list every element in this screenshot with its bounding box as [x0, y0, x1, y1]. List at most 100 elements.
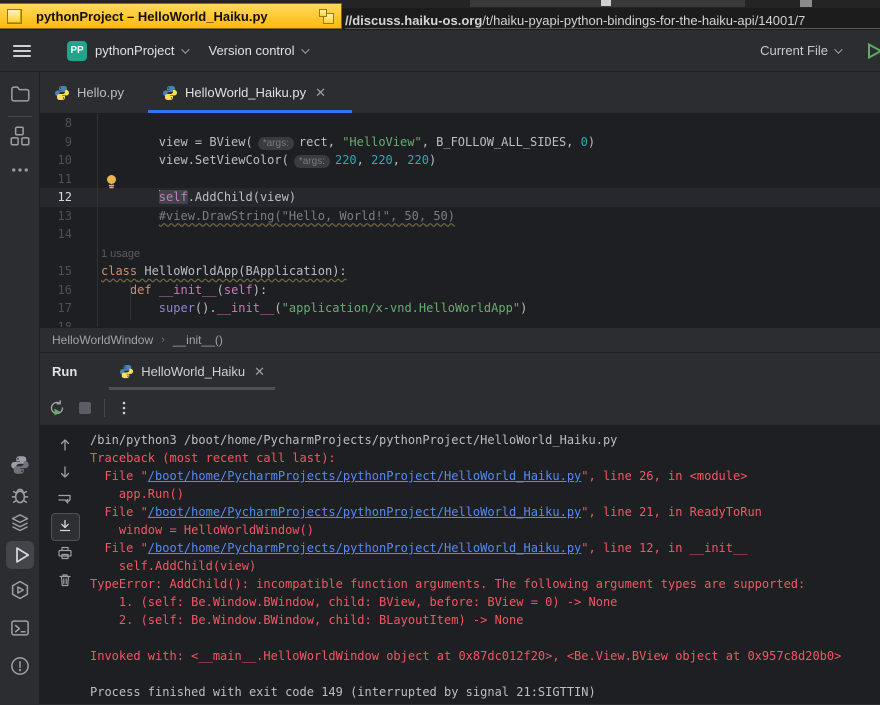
console-line: File "/boot/home/PycharmProjects/pythonP…	[90, 503, 880, 521]
editor-tab-helloworld-haiku[interactable]: HelloWorld_Haiku.py ✕	[147, 72, 353, 113]
problems-tool-icon[interactable]	[10, 656, 30, 676]
window-zoom-button[interactable]	[319, 9, 335, 25]
console-line: Traceback (most recent call last):	[90, 449, 880, 467]
gutter-separator	[97, 114, 98, 327]
inlay-hint-row: 1 usage	[40, 244, 880, 263]
intention-lightbulb-icon[interactable]	[104, 174, 119, 190]
haiku-window-title-tab[interactable]: pythonProject – HelloWorld_Haiku.py	[0, 3, 342, 29]
run-toolbar	[40, 390, 880, 425]
console-text: 2. (self: Be.Window.BWindow, child: BLay…	[90, 613, 524, 627]
code-editor[interactable]: 8 9 view = BView(*args: rect, "HelloView",…	[40, 114, 880, 327]
editor-tab-label: HelloWorld_Haiku.py	[184, 85, 307, 100]
vcs-widget[interactable]: Version control	[201, 43, 315, 58]
rerun-icon[interactable]	[48, 399, 66, 417]
code-line: 15 class HelloWorldApp(BApplication):	[40, 262, 880, 281]
code-line: 16 def __init__(self):	[40, 281, 880, 300]
line-number: 16	[57, 282, 72, 297]
print-icon[interactable]	[57, 545, 73, 561]
project-icon[interactable]: PP	[67, 40, 87, 61]
more-options-icon[interactable]	[115, 399, 133, 417]
services-tool-icon[interactable]	[10, 513, 30, 533]
debug-tool-icon[interactable]	[10, 485, 30, 505]
indent-guide	[130, 284, 131, 320]
line-number: 8	[64, 116, 72, 130]
code-line: 10 view.SetViewColor(*args: 220, 220, 220…	[40, 151, 880, 170]
breadcrumb-method[interactable]: __init__()	[173, 333, 223, 347]
console-gutter	[40, 425, 90, 704]
usages-inlay-hint[interactable]: 1 usage	[101, 248, 140, 260]
console-text: File "	[90, 505, 148, 519]
line-number: 18	[57, 319, 72, 328]
console-text: Invoked with: <__main__.HelloWorldWindow…	[90, 649, 842, 663]
window-close-button[interactable]	[7, 8, 22, 24]
line-number: 13	[57, 208, 72, 223]
structure-tool-icon[interactable]	[10, 126, 30, 146]
run-panel-title[interactable]: Run	[52, 364, 77, 379]
console-line: File "/boot/home/PycharmProjects/pythonP…	[90, 467, 880, 485]
close-tab-icon[interactable]: ✕	[254, 364, 265, 380]
run-tool-icon[interactable]	[12, 545, 32, 565]
console-line: Invoked with: <__main__.HelloWorldWindow…	[90, 647, 880, 665]
window-title: pythonProject – HelloWorld_Haiku.py	[36, 8, 268, 24]
stop-icon[interactable]	[76, 399, 94, 417]
console-text: window = HelloWorldWindow()	[90, 523, 314, 537]
run-console[interactable]: /bin/python3 /boot/home/PycharmProjects/…	[40, 425, 880, 704]
soft-wrap-icon[interactable]	[57, 491, 73, 507]
scroll-to-end-icon[interactable]	[51, 513, 80, 541]
main-menu-icon[interactable]	[13, 42, 31, 60]
project-tool-icon[interactable]	[10, 84, 30, 104]
console-text: ", line 21, in ReadyToRun	[581, 505, 762, 519]
down-stacktrace-icon[interactable]	[57, 464, 73, 480]
console-text: File "	[90, 541, 148, 555]
up-stacktrace-icon[interactable]	[57, 437, 73, 453]
console-line: TypeError: AddChild(): incompatible func…	[90, 575, 880, 593]
breadcrumb-class[interactable]: HelloWorldWindow	[52, 333, 153, 347]
console-text: Traceback (most recent call last):	[90, 451, 336, 465]
code-line: 12 self.AddChild(view)	[40, 188, 880, 207]
pycharm-window: PP pythonProject Version control Current…	[0, 30, 880, 705]
line-number: 17	[57, 301, 72, 315]
line-number: 14	[57, 227, 72, 241]
console-line: Process finished with exit code 149 (int…	[90, 683, 880, 701]
line-number: 10	[57, 153, 72, 167]
console-line: app.Run()	[90, 485, 880, 503]
console-text: ", line 12, in __init__	[581, 541, 748, 555]
code-line: 13 #view.DrawString("Hello, World!", 50,…	[40, 207, 880, 226]
code-line: 9 view = BView(*args: rect, "HelloView", …	[40, 133, 880, 152]
stacktrace-file-link[interactable]: /boot/home/PycharmProjects/pythonProject…	[148, 469, 581, 483]
python-file-icon	[120, 364, 134, 379]
line-number: 9	[64, 134, 72, 149]
code-line: 18	[40, 318, 880, 328]
terminal-tool-icon[interactable]	[10, 618, 30, 638]
project-widget[interactable]: pythonProject	[87, 43, 195, 58]
run-configuration-widget[interactable]: Current File	[752, 43, 848, 58]
background-window-icon-fragment	[601, 0, 611, 6]
line-number: 15	[57, 264, 72, 278]
stacktrace-file-link[interactable]: /boot/home/PycharmProjects/pythonProject…	[148, 541, 581, 555]
more-tool-windows-icon[interactable]	[10, 160, 30, 180]
clear-console-icon[interactable]	[57, 572, 73, 588]
console-text: ", line 26, in <module>	[581, 469, 748, 483]
stacktrace-file-link[interactable]: /boot/home/PycharmProjects/pythonProject…	[148, 505, 581, 519]
python-packages-tool-icon[interactable]	[10, 455, 30, 475]
console-text: File "	[90, 469, 148, 483]
services-hexagon-tool-icon[interactable]	[10, 580, 30, 600]
line-number	[40, 244, 97, 263]
console-line: /bin/python3 /boot/home/PycharmProjects/…	[90, 431, 880, 449]
background-browser-url: //discuss.haiku-os.org/t/haiku-pyapi-pyt…	[345, 13, 880, 29]
toolbar-divider	[104, 398, 105, 417]
console-line: self.AddChild(view)	[90, 557, 880, 575]
background-browser-url-path: /t/haiku-pyapi-python-bindings-for-the-h…	[482, 13, 806, 28]
line-number: 12	[57, 190, 72, 204]
run-tab-helloworld-haiku[interactable]: HelloWorld_Haiku ✕	[109, 353, 275, 390]
console-text: TypeError: AddChild(): incompatible func…	[90, 577, 806, 591]
run-button-icon[interactable]	[866, 42, 880, 59]
project-name: pythonProject	[95, 43, 175, 58]
editor-tab-hello[interactable]: Hello.py	[40, 72, 138, 113]
console-line: 2. (self: Be.Window.BWindow, child: BLay…	[90, 611, 880, 629]
close-tab-icon[interactable]: ✕	[315, 85, 326, 101]
chevron-down-icon	[300, 44, 310, 54]
console-text: Process finished with exit code 149 (int…	[90, 685, 596, 699]
